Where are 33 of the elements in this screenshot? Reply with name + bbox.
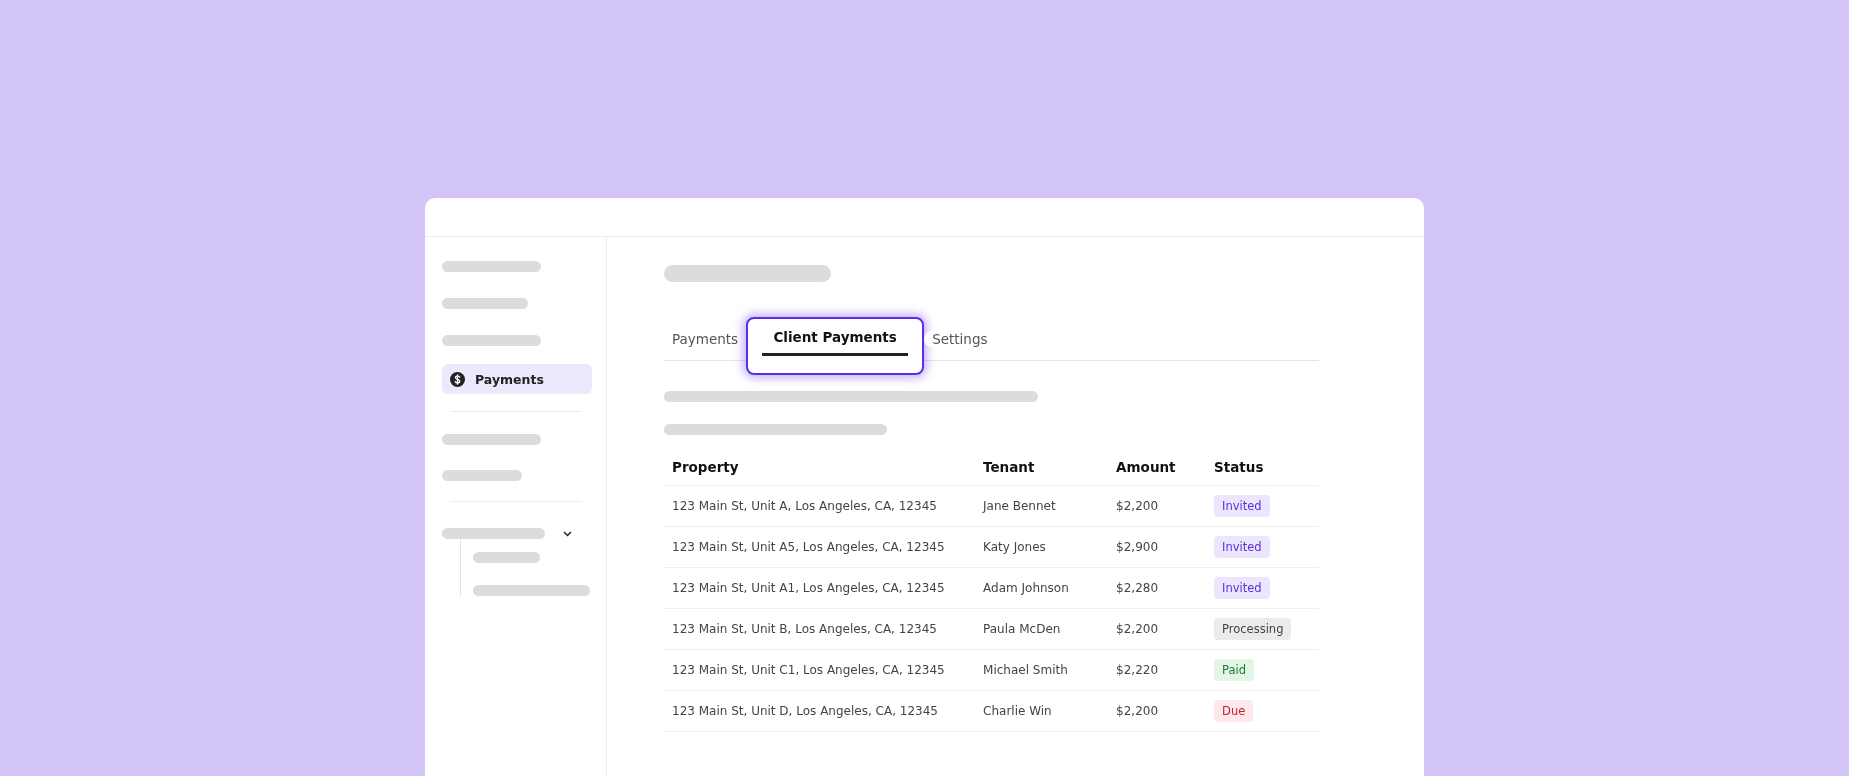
status-tag: Paid [1214,659,1254,681]
table-cell: Paula McDen [975,608,1109,650]
table-cell: Charlie Win [975,690,1109,732]
placeholder-bar [473,552,540,563]
nav-item[interactable]: Payments [442,364,592,394]
tab[interactable]: Client Payments [746,317,925,375]
status-tag: Processing [1214,618,1292,640]
status-tag: Due [1214,700,1254,722]
table-cell: $2,200 [1108,485,1207,527]
table-cell: Michael Smith [975,649,1109,691]
table-cell: 123 Main St, Unit A1, Los Angeles, CA, 12345 [664,567,976,609]
column-header: Amount [1108,449,1207,486]
status-tag: Invited [1214,577,1270,599]
status-tag: Invited [1214,536,1270,558]
table-cell: 123 Main St, Unit A, Los Angeles, CA, 12345 [664,485,976,527]
table-cell: 123 Main St, Unit D, Los Angeles, CA, 12345 [664,690,976,732]
table-cell: 123 Main St, Unit A5, Los Angeles, CA, 12345 [664,526,976,568]
table-cell: $2,900 [1108,526,1207,568]
table-cell: Jane Bennet [975,485,1109,527]
column-header: Status [1206,449,1319,486]
table-cell: $2,280 [1108,567,1207,609]
column-header: Tenant [975,449,1109,486]
table-cell: Adam Johnson [975,567,1109,609]
column-header: Property [664,449,976,486]
table-cell: $2,200 [1108,608,1207,650]
status-tag: Invited [1214,495,1270,517]
table-cell: Katy Jones [975,526,1109,568]
chevron-down-icon[interactable] [563,530,572,537]
dollar-icon [450,371,465,387]
table-cell: $2,200 [1108,690,1207,732]
table-cell: 123 Main St, Unit C1, Los Angeles, CA, 12345 [664,649,976,691]
table-cell: $2,220 [1108,649,1207,691]
table-cell: 123 Main St, Unit B, Los Angeles, CA, 12345 [664,608,976,650]
